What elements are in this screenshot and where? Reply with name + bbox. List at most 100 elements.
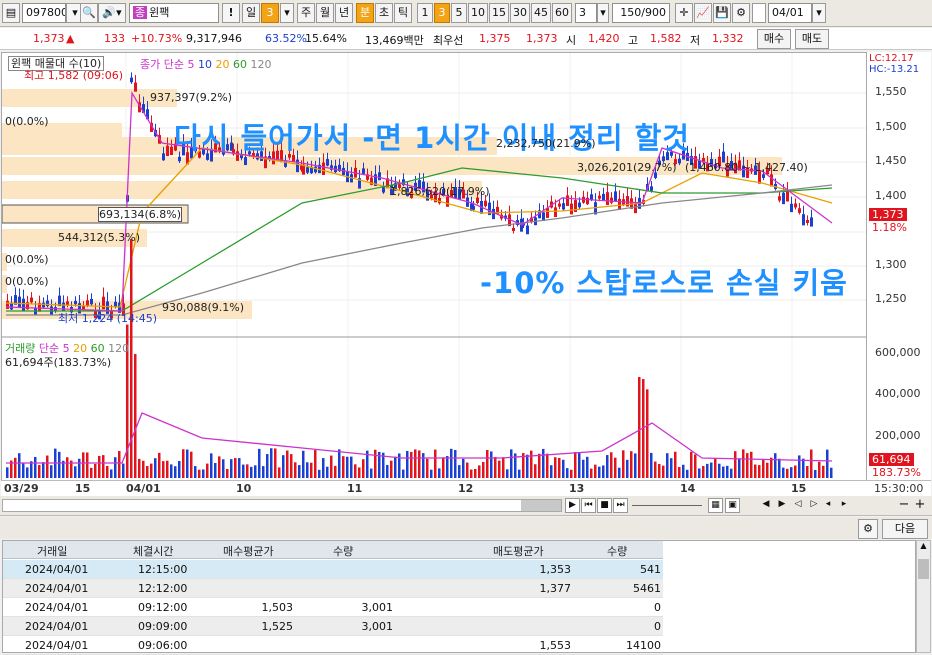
settings-gear-icon[interactable]: ⚙	[858, 519, 878, 539]
volume-bar	[82, 452, 85, 478]
plus-icon[interactable]: +	[914, 498, 926, 513]
expand-icon[interactable]: ▸	[838, 498, 850, 513]
period-num-button[interactable]: 3	[261, 3, 279, 23]
candle	[554, 207, 557, 218]
table-scroll-thumb[interactable]	[918, 559, 929, 579]
volume-bar	[50, 465, 53, 478]
x-label-15b: 15	[791, 482, 807, 495]
candle	[30, 297, 33, 303]
stock-code-input[interactable]: 097800	[22, 3, 66, 23]
interval-input[interactable]: 3	[575, 3, 597, 23]
interval-10-button[interactable]: 10	[468, 3, 488, 23]
alert-icon[interactable]: !	[222, 3, 240, 23]
volume-bar	[258, 448, 261, 478]
collapse-icon[interactable]: ◂	[822, 498, 834, 513]
period-year-button[interactable]: 년	[335, 3, 353, 23]
zoom-in-right-icon[interactable]: ▶	[776, 498, 788, 513]
interval-1-button[interactable]: 1	[417, 3, 433, 23]
volume-bar	[346, 456, 349, 478]
scrollbar-thumb[interactable]	[521, 500, 561, 511]
tool-2-icon[interactable]: ▣	[725, 498, 740, 513]
arrow-right-icon[interactable]: ▷	[808, 498, 820, 513]
volume-bar	[266, 454, 269, 478]
period-day-button[interactable]: 일	[242, 3, 260, 23]
volume-bar	[106, 465, 109, 478]
next-button[interactable]: 다음	[882, 519, 928, 539]
interval-dropdown-icon[interactable]: ▾	[597, 3, 609, 23]
scroll-right-icon[interactable]: ▶	[565, 498, 580, 513]
candle	[606, 192, 609, 206]
volume-bar	[78, 458, 81, 478]
open-price: 1,420	[588, 32, 620, 45]
volume-bar	[414, 449, 417, 478]
volume-bar	[354, 464, 357, 478]
calendar-icon[interactable]: ▾	[812, 3, 826, 23]
volume-bar	[762, 459, 765, 478]
menu-icon[interactable]: ▤	[2, 3, 20, 23]
buy-button[interactable]: 매수	[757, 29, 791, 49]
cross-icon[interactable]: ✛	[675, 3, 693, 23]
volume-bar	[786, 468, 789, 478]
volume-bar	[406, 450, 409, 478]
zoom-slider[interactable]	[632, 505, 702, 506]
search-icon[interactable]: 🔍	[80, 3, 98, 23]
table-row[interactable]: 2024/04/01 09:09:00 1,525 3,001 0	[3, 617, 663, 636]
zoom-out-left-icon[interactable]: ◀	[760, 498, 772, 513]
interval-60-button[interactable]: 60	[552, 3, 572, 23]
table-scrollbar[interactable]: ▲	[916, 540, 931, 653]
table-row[interactable]: 2024/04/01 09:06:00 1,553 14100	[3, 636, 663, 655]
settings-icon[interactable]: ⚙	[732, 3, 750, 23]
volume-bar	[826, 449, 829, 478]
scroll-up-icon[interactable]: ▲	[917, 541, 930, 554]
volume-bar	[342, 456, 345, 478]
period-week-button[interactable]: 주	[297, 3, 315, 23]
interval-3-button[interactable]: 3	[434, 3, 450, 23]
minus-icon[interactable]: −	[898, 498, 910, 513]
price-change: 133	[104, 32, 125, 45]
volume-bar	[6, 467, 9, 478]
arrow-left-icon[interactable]: ◁	[792, 498, 804, 513]
volume-bar	[450, 448, 453, 478]
chart-type-icon[interactable]: 📈	[694, 3, 712, 23]
speaker-icon[interactable]: 🔊▾	[98, 3, 126, 23]
stock-name-field[interactable]: 종 윈팩	[129, 3, 219, 23]
chart-scrollbar[interactable]	[2, 499, 562, 512]
interval-45-button[interactable]: 45	[531, 3, 551, 23]
save-icon[interactable]: 💾	[713, 3, 731, 23]
date-input[interactable]: 04/01	[768, 3, 812, 23]
volume-bar	[766, 462, 769, 478]
interval-5-button[interactable]: 5	[451, 3, 467, 23]
volume-bar	[326, 466, 329, 478]
period-tick-button[interactable]: 틱	[394, 3, 412, 23]
volume-bar	[538, 453, 541, 478]
candle	[786, 190, 789, 202]
volume-bar	[438, 468, 441, 478]
date-checkbox[interactable]	[752, 3, 766, 23]
period-month-button[interactable]: 월	[316, 3, 334, 23]
volume-bar	[162, 461, 165, 478]
ma-legend: 종가 단순 5 10 20 60 120	[140, 56, 271, 72]
volume-bar	[774, 453, 777, 478]
y-label-1550: 1,550	[875, 85, 907, 98]
last-icon[interactable]: ⏭	[613, 498, 628, 513]
volume-bar	[482, 461, 485, 478]
chart-panel[interactable]: 윈팩 매물대 수(10) 종가 단순 5 10 20 60 120 최고 1,5…	[1, 52, 931, 486]
count-input[interactable]: 150/900	[612, 3, 670, 23]
interval-15-button[interactable]: 15	[489, 3, 509, 23]
period-minute-button[interactable]: 분	[356, 3, 374, 23]
volume-bar	[358, 467, 361, 478]
tool-1-icon[interactable]: ▦	[708, 498, 723, 513]
period-dropdown-icon[interactable]: ▾	[280, 3, 294, 23]
sell-button[interactable]: 매도	[795, 29, 829, 49]
table-row[interactable]: 2024/04/01 12:12:00 1,377 5461	[3, 579, 663, 598]
volume-bar	[434, 449, 437, 478]
interval-30-button[interactable]: 30	[510, 3, 530, 23]
stop-icon[interactable]: ■	[597, 498, 612, 513]
table-row[interactable]: 2024/04/01 09:12:00 1,503 3,001 0	[3, 598, 663, 617]
table-row[interactable]: 2024/04/01 12:15:00 1,353 541	[3, 560, 663, 579]
period-second-button[interactable]: 초	[375, 3, 393, 23]
volume-bar	[534, 464, 537, 478]
x-label-14: 14	[680, 482, 696, 495]
volume-bar	[370, 468, 373, 478]
first-icon[interactable]: ⏮	[581, 498, 596, 513]
